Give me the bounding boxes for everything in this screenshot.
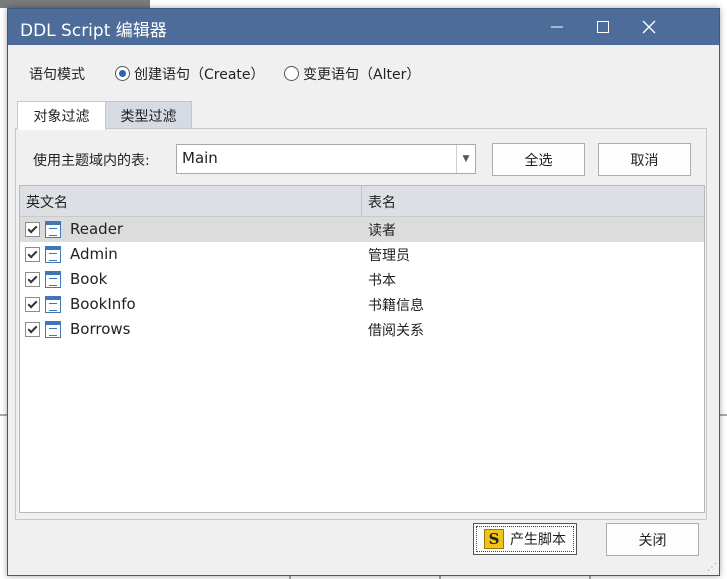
title-bar[interactable]: DDL Script 编辑器 — [8, 9, 719, 45]
radio-alter[interactable] — [284, 66, 299, 81]
maximize-button[interactable] — [580, 9, 626, 45]
radio-create[interactable] — [115, 66, 130, 81]
tab-object-filter[interactable]: 对象过滤 — [17, 101, 106, 130]
row-table-name: 借阅关系 — [368, 323, 424, 339]
row-english-name: Book — [70, 270, 108, 288]
close-window-button[interactable] — [626, 9, 672, 45]
radio-create-label[interactable]: 创建语句（Create） — [134, 64, 265, 84]
close-icon — [642, 20, 656, 34]
row-checkbox[interactable] — [25, 297, 40, 312]
column-divider[interactable] — [361, 186, 362, 216]
select-all-button[interactable]: 全选 — [492, 143, 585, 176]
row-english-name: Reader — [70, 220, 124, 238]
row-english-name: Admin — [70, 245, 118, 263]
ddl-script-dialog: DDL Script 编辑器 语句模式 创建语句（Create） 变更语句（Al… — [7, 8, 720, 576]
generate-script-label: 产生脚本 — [510, 532, 566, 548]
row-checkbox[interactable] — [25, 222, 40, 237]
row-checkbox[interactable] — [25, 272, 40, 287]
radio-alter-label[interactable]: 变更语句（Alter） — [303, 64, 420, 84]
domain-label: 使用主题域内的表: — [33, 153, 150, 169]
row-english-name: Borrows — [70, 320, 131, 338]
row-table-name: 书籍信息 — [368, 298, 424, 314]
row-checkbox[interactable] — [25, 247, 40, 262]
table-icon — [45, 296, 61, 313]
column-header-table-name[interactable]: 表名 — [368, 192, 396, 212]
close-button[interactable]: 关闭 — [606, 523, 699, 556]
table-row[interactable]: Admin 管理员 — [20, 242, 704, 267]
table-row[interactable]: BookInfo 书籍信息 — [20, 292, 704, 317]
generate-script-button[interactable]: S 产生脚本 — [473, 523, 577, 555]
list-header: 英文名 表名 — [20, 186, 704, 217]
deselect-button[interactable]: 取消 — [598, 143, 691, 176]
table-icon — [45, 246, 61, 263]
tab-type-filter[interactable]: 类型过滤 — [105, 101, 192, 131]
resize-grip-icon[interactable]: ⋰ — [707, 562, 717, 573]
table-row[interactable]: Borrows 借阅关系 — [20, 317, 704, 342]
table-list[interactable]: 英文名 表名 Reader 读者 Admin 管理员 Book 书本 BookI… — [19, 185, 705, 513]
domain-select[interactable]: Main ▼ — [176, 144, 476, 174]
row-table-name: 读者 — [368, 223, 396, 239]
row-table-name: 书本 — [368, 273, 396, 289]
row-checkbox[interactable] — [25, 322, 40, 337]
maximize-icon — [597, 21, 609, 33]
script-icon: S — [484, 529, 504, 549]
row-english-name: BookInfo — [70, 295, 136, 313]
table-icon — [45, 321, 61, 338]
statement-mode-label: 语句模式 — [29, 67, 85, 83]
table-icon — [45, 271, 61, 288]
window-title: DDL Script 编辑器 — [20, 21, 167, 41]
minimize-icon — [551, 26, 563, 28]
table-row[interactable]: Reader 读者 — [20, 217, 704, 242]
table-icon — [45, 221, 61, 238]
dropdown-arrow-icon[interactable]: ▼ — [456, 145, 475, 173]
domain-select-value: Main — [182, 149, 218, 167]
column-header-english-name[interactable]: 英文名 — [26, 192, 68, 212]
table-row[interactable]: Book 书本 — [20, 267, 704, 292]
row-table-name: 管理员 — [368, 248, 410, 264]
generate-script-focus: S 产生脚本 — [476, 526, 574, 552]
minimize-button[interactable] — [534, 9, 580, 45]
